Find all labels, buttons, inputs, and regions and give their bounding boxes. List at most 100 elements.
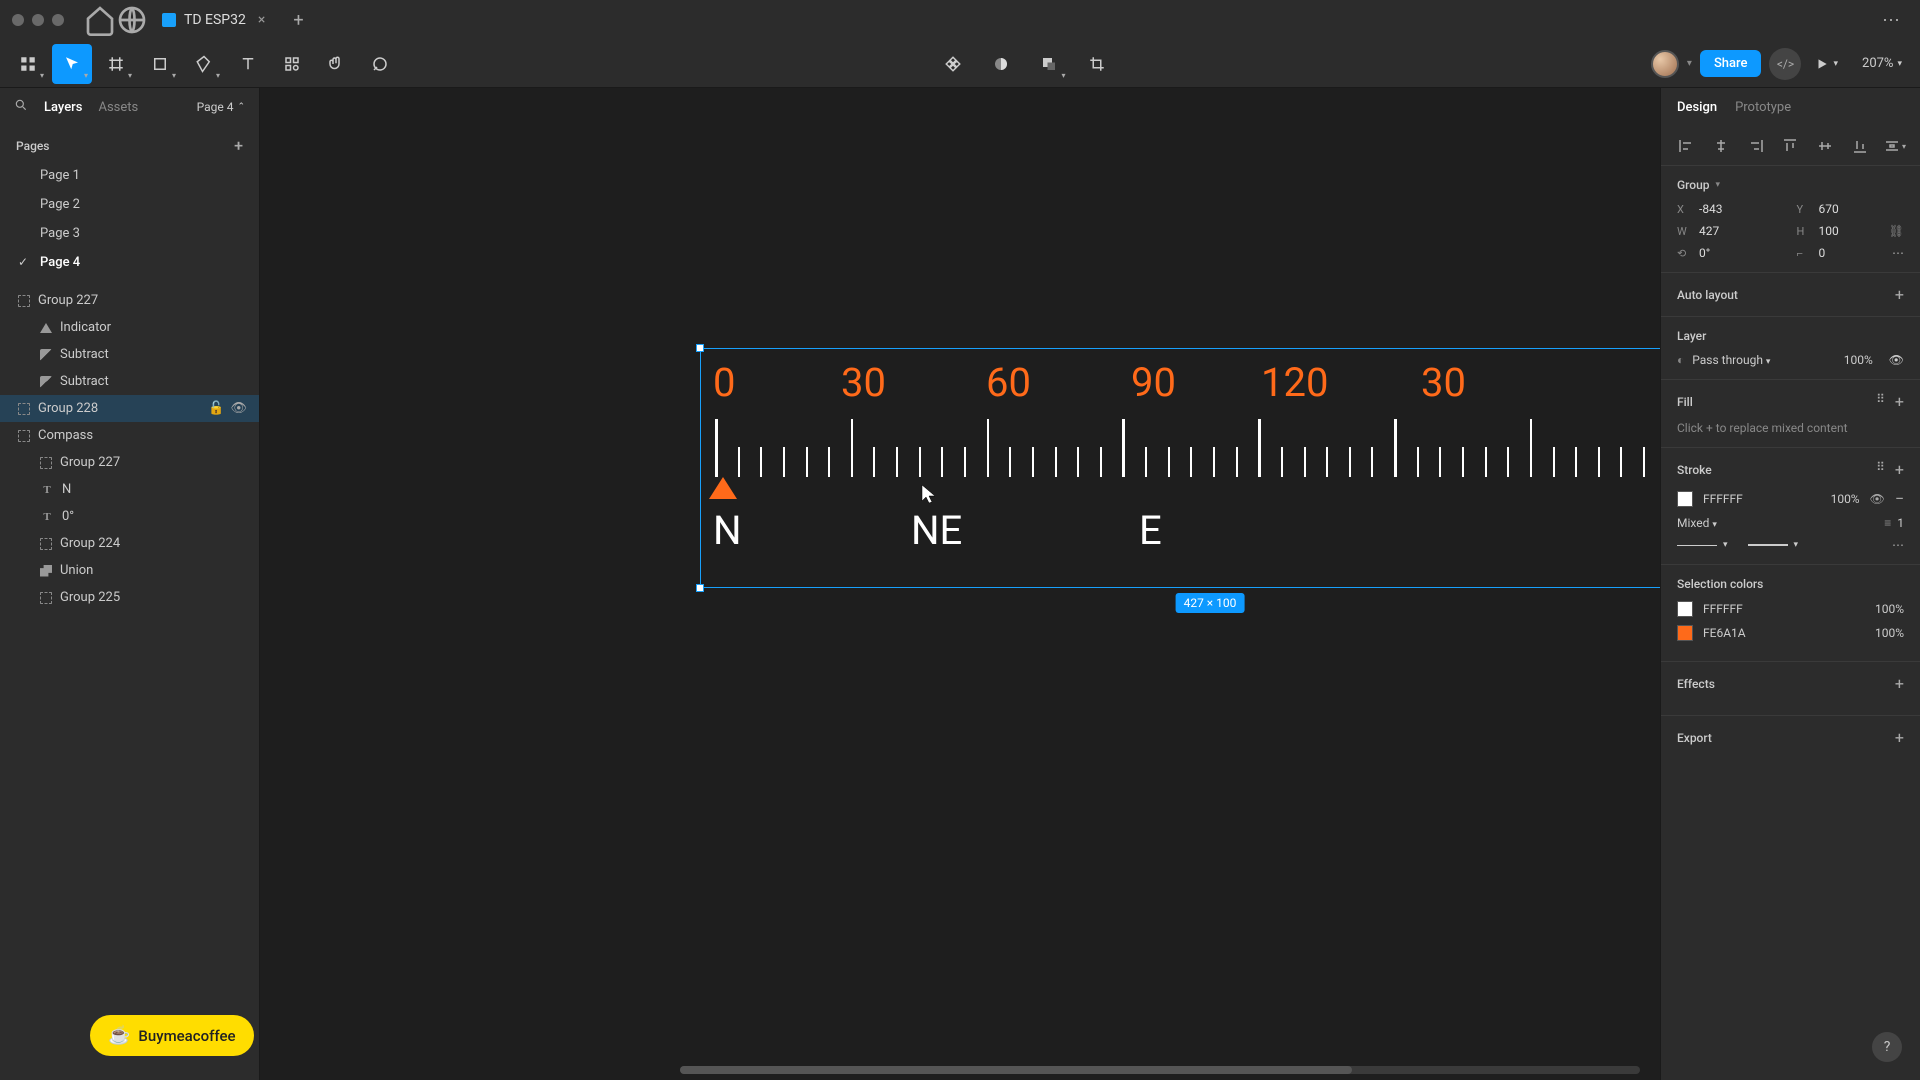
close-window[interactable] bbox=[12, 14, 24, 26]
resize-handle-bl[interactable] bbox=[696, 584, 704, 592]
distribute-icon[interactable]: ▾ bbox=[1884, 135, 1906, 157]
w-input[interactable]: 427 bbox=[1699, 224, 1759, 238]
share-button[interactable]: Share bbox=[1700, 50, 1762, 77]
styles-icon[interactable]: ⠿ bbox=[1876, 460, 1885, 479]
align-top-icon[interactable] bbox=[1779, 135, 1801, 157]
file-tab[interactable]: TD ESP32 × bbox=[148, 0, 283, 40]
stroke-align-select[interactable]: Mixed ▾ bbox=[1677, 516, 1717, 530]
y-input[interactable]: 670 bbox=[1819, 202, 1879, 216]
layers-list: Group 227 Indicator Subtract Subtract Gr… bbox=[0, 287, 259, 1080]
radius-input[interactable]: 0 bbox=[1819, 246, 1879, 260]
stroke-endcap-select2[interactable]: ▾ bbox=[1748, 540, 1799, 550]
visibility-icon[interactable]: 👁 bbox=[1870, 492, 1885, 506]
align-right-icon[interactable] bbox=[1745, 135, 1767, 157]
buymeacoffee-button[interactable]: ☕ Buymeacoffee bbox=[90, 1015, 254, 1056]
present-button[interactable]: ▾ bbox=[1809, 57, 1844, 71]
align-vcenter-icon[interactable] bbox=[1814, 135, 1836, 157]
zoom-selector[interactable]: 207% ▾ bbox=[1852, 56, 1912, 71]
align-bottom-icon[interactable] bbox=[1849, 135, 1871, 157]
prototype-tab[interactable]: Prototype bbox=[1735, 100, 1791, 115]
layer-item[interactable]: Group 227 bbox=[0, 287, 259, 314]
move-tool[interactable] bbox=[52, 44, 92, 84]
layer-item-selected[interactable]: Group 228 🔓 👁 bbox=[0, 395, 259, 422]
styles-icon[interactable]: ⠿ bbox=[1876, 392, 1885, 411]
add-stroke-button[interactable]: + bbox=[1895, 460, 1904, 479]
maximize-window[interactable] bbox=[52, 14, 64, 26]
close-tab-icon[interactable]: × bbox=[254, 10, 269, 30]
layer-item[interactable]: Union bbox=[0, 557, 259, 584]
hand-tool[interactable] bbox=[316, 44, 356, 84]
page-item[interactable]: Page 2 bbox=[0, 190, 259, 219]
resize-handle-tl[interactable] bbox=[696, 344, 704, 352]
globe-icon[interactable] bbox=[116, 4, 148, 36]
compass-number: 90 bbox=[1131, 359, 1176, 406]
layer-item[interactable]: T0° bbox=[0, 503, 259, 530]
horizontal-scrollbar[interactable] bbox=[680, 1066, 1640, 1074]
text-tool[interactable] bbox=[228, 44, 268, 84]
constrain-icon[interactable]: ⛓ bbox=[1889, 224, 1904, 238]
page-item[interactable]: Page 3 bbox=[0, 219, 259, 248]
align-hcenter-icon[interactable] bbox=[1710, 135, 1732, 157]
opacity-input[interactable]: 100% bbox=[1844, 353, 1873, 367]
remove-stroke-button[interactable]: − bbox=[1895, 489, 1904, 508]
add-page-button[interactable]: + bbox=[234, 136, 243, 155]
add-export-button[interactable]: + bbox=[1895, 728, 1904, 747]
boolean-icon[interactable] bbox=[1029, 44, 1069, 84]
resources-tool[interactable] bbox=[272, 44, 312, 84]
stroke-more-icon[interactable]: ⋯ bbox=[1892, 538, 1904, 552]
layer-item[interactable]: Indicator bbox=[0, 314, 259, 341]
mask-icon[interactable] bbox=[981, 44, 1021, 84]
stroke-opacity[interactable]: 100% bbox=[1831, 492, 1860, 506]
unlock-icon[interactable]: 🔓 bbox=[208, 401, 224, 416]
tab-label: TD ESP32 bbox=[184, 12, 246, 28]
visibility-icon[interactable]: 👁 bbox=[1889, 353, 1904, 367]
stroke-weight-input[interactable]: 1 bbox=[1897, 516, 1904, 530]
minimize-window[interactable] bbox=[32, 14, 44, 26]
design-tab[interactable]: Design bbox=[1677, 100, 1717, 115]
frame-tool[interactable] bbox=[96, 44, 136, 84]
new-tab-button[interactable]: + bbox=[283, 10, 313, 31]
layer-item[interactable]: TN bbox=[0, 476, 259, 503]
layer-item[interactable]: Group 224 bbox=[0, 530, 259, 557]
page-item[interactable]: Page 1 bbox=[0, 161, 259, 190]
h-input[interactable]: 100 bbox=[1819, 224, 1879, 238]
layer-item[interactable]: Subtract bbox=[0, 368, 259, 395]
align-left-icon[interactable] bbox=[1675, 135, 1697, 157]
layers-tab[interactable]: Layers bbox=[44, 100, 82, 115]
component-icon[interactable] bbox=[933, 44, 973, 84]
shape-tool[interactable] bbox=[140, 44, 180, 84]
layer-item[interactable]: Group 227 bbox=[0, 449, 259, 476]
dev-mode-button[interactable]: </> bbox=[1769, 48, 1801, 80]
help-button[interactable]: ? bbox=[1872, 1032, 1902, 1062]
search-icon[interactable] bbox=[14, 98, 28, 116]
layer-item[interactable]: Compass bbox=[0, 422, 259, 449]
stroke-endcap-select[interactable]: ▾ bbox=[1677, 540, 1728, 550]
page-selector[interactable]: Page 4 ⌃ bbox=[197, 100, 245, 114]
visibility-icon[interactable]: 👁 bbox=[230, 401, 247, 416]
add-fill-button[interactable]: + bbox=[1895, 392, 1904, 411]
align-controls: ▾ bbox=[1661, 127, 1920, 165]
more-options-icon[interactable]: ⋯ bbox=[1892, 246, 1904, 260]
overflow-menu-icon[interactable]: ⋯ bbox=[1874, 10, 1908, 31]
user-avatar[interactable] bbox=[1651, 50, 1679, 78]
crop-icon[interactable] bbox=[1077, 44, 1117, 84]
add-effect-button[interactable]: + bbox=[1895, 674, 1904, 693]
color-swatch[interactable] bbox=[1677, 601, 1693, 617]
pen-tool[interactable] bbox=[184, 44, 224, 84]
assets-tab[interactable]: Assets bbox=[98, 100, 138, 115]
main-menu[interactable] bbox=[8, 44, 48, 84]
layer-item[interactable]: Group 225 bbox=[0, 584, 259, 611]
stroke-hex[interactable]: FFFFFF bbox=[1703, 492, 1743, 506]
blend-mode-select[interactable]: Pass through ▾ bbox=[1692, 353, 1770, 367]
page-item[interactable]: Page 4 bbox=[0, 248, 259, 277]
stroke-color-swatch[interactable] bbox=[1677, 491, 1693, 507]
add-autolayout-button[interactable]: + bbox=[1895, 285, 1904, 304]
layer-item[interactable]: Subtract bbox=[0, 341, 259, 368]
comment-tool[interactable] bbox=[360, 44, 400, 84]
x-input[interactable]: -843 bbox=[1699, 202, 1759, 216]
home-icon[interactable] bbox=[84, 4, 116, 36]
rotation-input[interactable]: 0° bbox=[1699, 246, 1759, 260]
color-swatch[interactable] bbox=[1677, 625, 1693, 641]
canvas[interactable]: 427 × 100 0 30 60 90 120 30 N NE E bbox=[260, 88, 1660, 1080]
selection-frame[interactable]: 427 × 100 0 30 60 90 120 30 N NE E bbox=[700, 348, 1660, 588]
